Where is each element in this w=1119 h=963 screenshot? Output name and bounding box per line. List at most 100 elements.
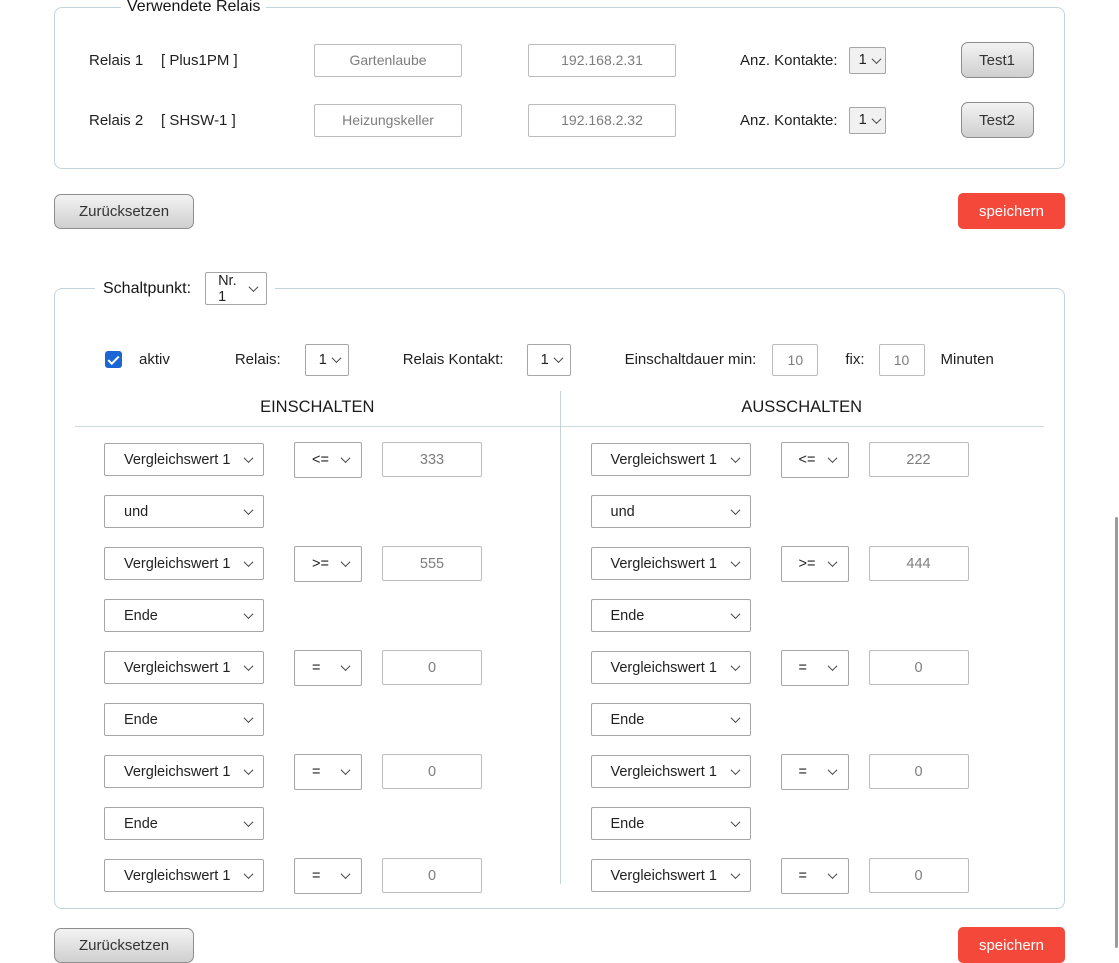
logic-select[interactable]: und xyxy=(591,495,751,528)
operator-select-value: = xyxy=(799,764,807,780)
relay-1-test-button[interactable]: Test1 xyxy=(961,42,1034,78)
einschalten-header: EINSCHALTEN xyxy=(75,398,560,427)
relay-1-name-input[interactable] xyxy=(314,44,462,77)
vertical-scrollbar-thumb[interactable] xyxy=(1115,517,1118,948)
fix-input[interactable] xyxy=(879,344,925,376)
schaltpunkt-number-select[interactable]: Nr. 1 xyxy=(205,272,267,305)
source-select[interactable]: Vergleichswert 1 xyxy=(591,443,751,476)
aktiv-checkbox[interactable] xyxy=(105,351,122,368)
source-select[interactable]: Vergleichswert 1 xyxy=(591,547,751,580)
operator-select-value: = xyxy=(312,660,320,676)
threshold-input[interactable] xyxy=(382,650,482,685)
logic-select-value: Ende xyxy=(124,608,158,624)
relays-actions-row: Zurücksetzen speichern xyxy=(54,193,1065,229)
operator-select[interactable]: = xyxy=(294,858,362,894)
condition-row: Vergleichswert 1 >= xyxy=(591,547,1045,580)
operator-select[interactable]: = xyxy=(294,650,362,686)
relay-1-contacts-select[interactable]: 1 xyxy=(849,47,886,74)
schaltpunkt-number-value: Nr. 1 xyxy=(218,273,244,305)
chevron-down-icon xyxy=(249,282,259,292)
operator-select[interactable]: = xyxy=(294,754,362,790)
chevron-down-icon xyxy=(244,609,254,619)
operator-select[interactable]: = xyxy=(781,858,849,894)
condition-row: Vergleichswert 1 <= xyxy=(591,443,1045,476)
relays-legend: Verwendete Relais xyxy=(121,0,266,16)
threshold-input[interactable] xyxy=(869,754,969,789)
einschaltdauer-min-input[interactable] xyxy=(772,344,818,376)
relay-2-ip-input[interactable] xyxy=(528,104,676,137)
relay-1-type: [ Plus1PM ] xyxy=(161,52,259,69)
logic-select[interactable]: Ende xyxy=(104,703,264,736)
threshold-input[interactable] xyxy=(869,858,969,893)
chevron-down-icon xyxy=(244,505,254,515)
schaltpunkt-settings-row: aktiv Relais: 1 Relais Kontakt: 1 Einsch… xyxy=(105,343,1044,376)
reset-schaltpunkt-button[interactable]: Zurücksetzen xyxy=(54,928,194,963)
relay-2-test-button[interactable]: Test2 xyxy=(961,102,1034,138)
reset-relays-button[interactable]: Zurücksetzen xyxy=(54,194,194,229)
operator-select[interactable]: >= xyxy=(294,546,362,582)
relay-2-type: [ SHSW-1 ] xyxy=(161,112,259,129)
relay-1-contacts-label: Anz. Kontakte: xyxy=(740,52,838,69)
chevron-down-icon xyxy=(730,869,740,879)
relais-select[interactable]: 1 xyxy=(305,344,349,376)
relais-kontakt-select[interactable]: 1 xyxy=(527,344,571,376)
operator-select-value: >= xyxy=(799,556,816,572)
source-select[interactable]: Vergleichswert 1 xyxy=(104,859,264,892)
logic-select[interactable]: Ende xyxy=(591,703,751,736)
einschalten-rows: Vergleichswert 1 <= und xyxy=(75,443,560,892)
logic-row: Ende xyxy=(591,599,1045,632)
threshold-input[interactable] xyxy=(869,442,969,477)
threshold-input[interactable] xyxy=(869,546,969,581)
operator-select[interactable]: = xyxy=(781,650,849,686)
threshold-input[interactable] xyxy=(382,546,482,581)
logic-select-value: Ende xyxy=(611,712,645,728)
operator-select-value: = xyxy=(312,868,320,884)
logic-select[interactable]: und xyxy=(104,495,264,528)
source-select-value: Vergleichswert 1 xyxy=(124,660,230,676)
source-select-value: Vergleichswert 1 xyxy=(124,764,230,780)
save-schaltpunkt-button[interactable]: speichern xyxy=(958,927,1065,963)
relay-2-contacts-select[interactable]: 1 xyxy=(849,107,886,134)
logic-select-value: Ende xyxy=(611,608,645,624)
ausschalten-column: AUSSCHALTEN Vergleichswert 1 <= xyxy=(560,398,1045,892)
operator-select[interactable]: <= xyxy=(294,442,362,478)
chevron-down-icon xyxy=(827,765,837,775)
chevron-down-icon xyxy=(341,869,351,879)
operator-select[interactable]: <= xyxy=(781,442,849,478)
operator-select[interactable]: = xyxy=(781,754,849,790)
operator-select[interactable]: >= xyxy=(781,546,849,582)
source-select[interactable]: Vergleichswert 1 xyxy=(104,755,264,788)
source-select-value: Vergleichswert 1 xyxy=(124,556,230,572)
einschaltdauer-label: Einschaltdauer min: xyxy=(625,351,757,368)
logic-select-value: Ende xyxy=(611,816,645,832)
threshold-input[interactable] xyxy=(869,650,969,685)
source-select-value: Vergleichswert 1 xyxy=(611,660,717,676)
threshold-input[interactable] xyxy=(382,754,482,789)
relay-2-name-input[interactable] xyxy=(314,104,462,137)
logic-select[interactable]: Ende xyxy=(104,599,264,632)
source-select[interactable]: Vergleichswert 1 xyxy=(104,443,264,476)
logic-select[interactable]: Ende xyxy=(104,807,264,840)
source-select-value: Vergleichswert 1 xyxy=(611,556,717,572)
chevron-down-icon xyxy=(244,817,254,827)
relay-1-ip-input[interactable] xyxy=(528,44,676,77)
source-select[interactable]: Vergleichswert 1 xyxy=(104,651,264,684)
fix-label: fix: xyxy=(845,351,864,368)
source-select[interactable]: Vergleichswert 1 xyxy=(104,547,264,580)
threshold-input[interactable] xyxy=(382,442,482,477)
logic-select[interactable]: Ende xyxy=(591,807,751,840)
logic-row: Ende xyxy=(591,703,1045,736)
ausschalten-rows: Vergleichswert 1 <= und xyxy=(560,443,1045,892)
save-relays-button[interactable]: speichern xyxy=(958,193,1065,229)
threshold-input[interactable] xyxy=(382,858,482,893)
logic-select-value: Ende xyxy=(124,816,158,832)
source-select[interactable]: Vergleichswert 1 xyxy=(591,859,751,892)
chevron-down-icon xyxy=(244,453,254,463)
source-select[interactable]: Vergleichswert 1 xyxy=(591,651,751,684)
operator-select-value: = xyxy=(799,868,807,884)
source-select[interactable]: Vergleichswert 1 xyxy=(591,755,751,788)
chevron-down-icon xyxy=(730,505,740,515)
logic-select[interactable]: Ende xyxy=(591,599,751,632)
chevron-down-icon xyxy=(730,453,740,463)
aktiv-label: aktiv xyxy=(139,351,170,368)
